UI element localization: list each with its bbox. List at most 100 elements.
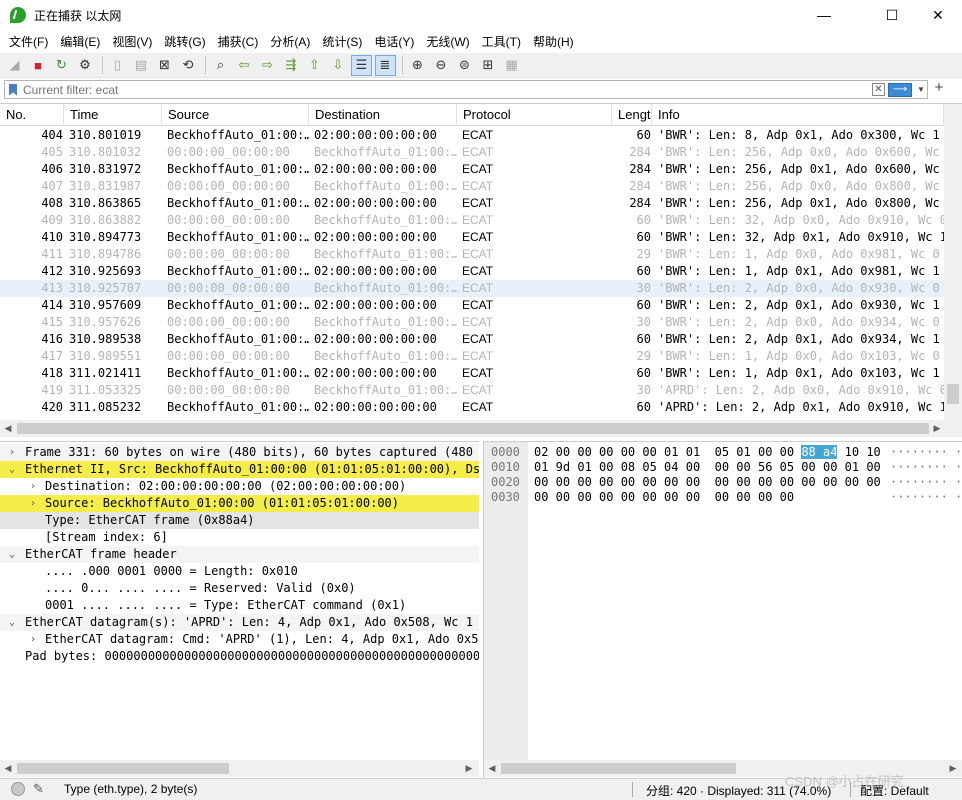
detail-tree-row[interactable]: › Source: BeckhoffAuto_01:00:00 (01:01:05… xyxy=(0,495,479,512)
packet-row[interactable]: 404 310.801019 BeckhoffAuto_01:00:… 02:00:0… xyxy=(0,127,944,144)
packet-list-hscrollbar[interactable]: ◀ ▶ xyxy=(0,420,962,437)
detail-tree-row[interactable]: ⌄ EtherCAT datagram(s): 'APRD': Len: 4, A… xyxy=(0,614,479,631)
save-file-icon[interactable]: ▤ xyxy=(131,55,152,76)
find-packet-icon[interactable]: ⌕ xyxy=(210,55,231,76)
packet-row[interactable]: 415 310.957626 00:00:00_00:00:00 BeckhoffAu… xyxy=(0,314,944,331)
hscroll-thumb[interactable] xyxy=(17,423,929,434)
clear-filter-icon[interactable]: ✕ xyxy=(872,83,885,96)
collapse-arrow-icon[interactable]: ⌄ xyxy=(6,461,18,478)
hex-bytes[interactable]: 02 00 00 00 00 00 01 01 05 01 00 00 88 a… xyxy=(534,445,881,460)
details-hscrollbar[interactable]: ◀ ▶ xyxy=(0,760,479,777)
column-header-time[interactable]: Time xyxy=(64,104,162,126)
hex-bytes[interactable]: 00 00 00 00 00 00 00 00 00 00 00 00 xyxy=(534,490,794,505)
go-last-icon[interactable]: ⇩ xyxy=(328,55,349,76)
stop-capture-icon[interactable]: ■ xyxy=(28,55,49,76)
restart-capture-icon[interactable]: ↻ xyxy=(51,55,72,76)
reload-file-icon[interactable]: ⟲ xyxy=(178,55,199,76)
minimize-button[interactable]: — xyxy=(801,0,847,30)
collapse-arrow-icon[interactable]: ⌄ xyxy=(6,546,18,563)
column-header-destination[interactable]: Destination xyxy=(309,104,457,126)
scroll-right-icon[interactable]: ▶ xyxy=(461,760,477,777)
scroll-left-icon[interactable]: ◀ xyxy=(0,760,16,777)
packet-row[interactable]: 418 311.021411 BeckhoffAuto_01:00:… 02:00:0… xyxy=(0,365,944,382)
packet-row[interactable]: 419 311.053325 00:00:00_00:00:00 BeckhoffAu… xyxy=(0,382,944,399)
menu-item-2[interactable]: 视图(V) xyxy=(107,33,157,50)
column-header-lengt[interactable]: Lengt xyxy=(612,104,652,126)
detail-tree-row[interactable]: [Stream index: 6] xyxy=(0,529,479,546)
packet-row[interactable]: 414 310.957609 BeckhoffAuto_01:00:… 02:00:0… xyxy=(0,297,944,314)
detail-tree-row[interactable]: › EtherCAT datagram: Cmd: 'APRD' (1), Len… xyxy=(0,631,479,648)
packet-row[interactable]: 411 310.894786 00:00:00_00:00:00 BeckhoffAu… xyxy=(0,246,944,263)
detail-tree-row[interactable]: .... 0... .... .... = Reserved: Valid (0… xyxy=(0,580,479,597)
expand-arrow-icon[interactable]: › xyxy=(6,444,18,461)
menu-item-10[interactable]: 帮助(H) xyxy=(528,33,579,50)
add-filter-button[interactable]: + xyxy=(932,79,946,99)
filter-bookmark-icon[interactable] xyxy=(9,83,17,96)
menu-item-1[interactable]: 编辑(E) xyxy=(55,33,105,50)
detail-tree-row[interactable]: .... .000 0001 0000 = Length: 0x010 xyxy=(0,563,479,580)
packet-row[interactable]: 420 311.085232 BeckhoffAuto_01:00:… 02:00:0… xyxy=(0,399,944,416)
packet-row[interactable]: 409 310.863882 00:00:00_00:00:00 BeckhoffAu… xyxy=(0,212,944,229)
hscroll-thumb[interactable] xyxy=(17,763,229,774)
start-capture-icon[interactable]: ◢ xyxy=(4,55,25,76)
column-header-protocol[interactable]: Protocol xyxy=(457,104,612,126)
colorize-icon[interactable]: ≣ xyxy=(374,54,396,76)
close-window-button[interactable]: ✕ xyxy=(915,0,961,30)
capture-comment-icon[interactable]: ✎ xyxy=(33,781,47,797)
scroll-right-icon[interactable]: ▶ xyxy=(945,760,961,777)
apply-filter-button[interactable]: ⟶ xyxy=(888,82,912,97)
menu-item-0[interactable]: 文件(F) xyxy=(4,33,53,50)
go-forward-icon[interactable]: ⇨ xyxy=(257,55,278,76)
hex-bytes[interactable]: 01 9d 01 00 08 05 04 00 00 00 56 05 00 0… xyxy=(534,460,881,475)
column-header-info[interactable]: Info xyxy=(652,104,944,126)
vscroll-thumb[interactable] xyxy=(947,384,959,404)
packet-row[interactable]: 405 310.801032 00:00:00_00:00:00 BeckhoffAu… xyxy=(0,144,944,161)
column-header-no[interactable]: No. xyxy=(0,104,64,126)
menu-item-9[interactable]: 工具(T) xyxy=(477,33,526,50)
expand-arrow-icon[interactable]: › xyxy=(27,495,39,512)
zoom-in-icon[interactable]: ⊕ xyxy=(407,55,428,76)
detail-tree-row[interactable]: Type: EtherCAT frame (0x88a4) xyxy=(0,512,479,529)
packet-row[interactable]: 412 310.925693 BeckhoffAuto_01:00:… 02:00:0… xyxy=(0,263,944,280)
menu-item-5[interactable]: 分析(A) xyxy=(265,33,315,50)
hex-bytes-highlight[interactable]: 88 a4 xyxy=(801,445,838,459)
layout-icon[interactable]: ▦ xyxy=(501,55,522,76)
maximize-button[interactable]: ☐ xyxy=(869,0,915,30)
zoom-out-icon[interactable]: ⊖ xyxy=(431,55,452,76)
resize-columns-icon[interactable]: ⊞ xyxy=(478,55,499,76)
chevron-down-icon[interactable]: ▼ xyxy=(915,85,927,94)
menu-item-7[interactable]: 电话(Y) xyxy=(369,33,419,50)
detail-tree-row[interactable]: ⌄ EtherCAT frame header xyxy=(0,546,479,563)
menu-item-8[interactable]: 无线(W) xyxy=(421,33,474,50)
go-first-icon[interactable]: ⇧ xyxy=(304,55,325,76)
column-header-source[interactable]: Source xyxy=(162,104,309,126)
menu-item-6[interactable]: 统计(S) xyxy=(317,33,367,50)
packet-row[interactable]: 406 310.831972 BeckhoffAuto_01:00:… 02:00:0… xyxy=(0,161,944,178)
scroll-right-icon[interactable]: ▶ xyxy=(929,420,945,437)
expert-info-icon[interactable] xyxy=(11,782,25,796)
scroll-left-icon[interactable]: ◀ xyxy=(0,420,16,437)
detail-tree-row[interactable]: › Frame 331: 60 bytes on wire (480 bits),… xyxy=(0,444,479,461)
close-file-icon[interactable]: ⊠ xyxy=(154,55,175,76)
hscroll-thumb[interactable] xyxy=(501,763,736,774)
packet-row[interactable]: 413 310.925707 00:00:00_00:00:00 BeckhoffAu… xyxy=(0,280,944,297)
open-file-icon[interactable]: ▯ xyxy=(107,55,128,76)
packet-row[interactable]: 407 310.831987 00:00:00_00:00:00 BeckhoffAu… xyxy=(0,178,944,195)
expand-arrow-icon[interactable]: › xyxy=(27,478,39,495)
hex-bytes[interactable]: 00 00 00 00 00 00 00 00 00 00 00 00 00 0… xyxy=(534,475,881,490)
packet-row[interactable]: 408 310.863865 BeckhoffAuto_01:00:… 02:00:0… xyxy=(0,195,944,212)
capture-options-icon[interactable]: ⚙ xyxy=(75,55,96,76)
detail-tree-row[interactable]: › Destination: 02:00:00:00:00:00 (02:00:0… xyxy=(0,478,479,495)
detail-tree-row[interactable]: Pad bytes: 00000000000000000000000000000… xyxy=(0,648,479,665)
zoom-reset-icon[interactable]: ⊜ xyxy=(454,55,475,76)
auto-scroll-icon[interactable]: ☰ xyxy=(351,54,372,76)
go-back-icon[interactable]: ⇦ xyxy=(234,55,255,76)
expand-arrow-icon[interactable]: › xyxy=(27,631,39,648)
scroll-left-icon[interactable]: ◀ xyxy=(484,760,500,777)
detail-tree-row[interactable]: 0001 .... .... .... = Type: EtherCAT com… xyxy=(0,597,479,614)
packet-row[interactable]: 416 310.989538 BeckhoffAuto_01:00:… 02:00:0… xyxy=(0,331,944,348)
display-filter-input[interactable] xyxy=(23,82,872,97)
detail-tree-row[interactable]: ⌄ Ethernet II, Src: BeckhoffAuto_01:00:00… xyxy=(0,461,479,478)
menu-item-3[interactable]: 跳转(G) xyxy=(159,33,210,50)
packet-list-vscrollbar[interactable] xyxy=(944,104,962,420)
